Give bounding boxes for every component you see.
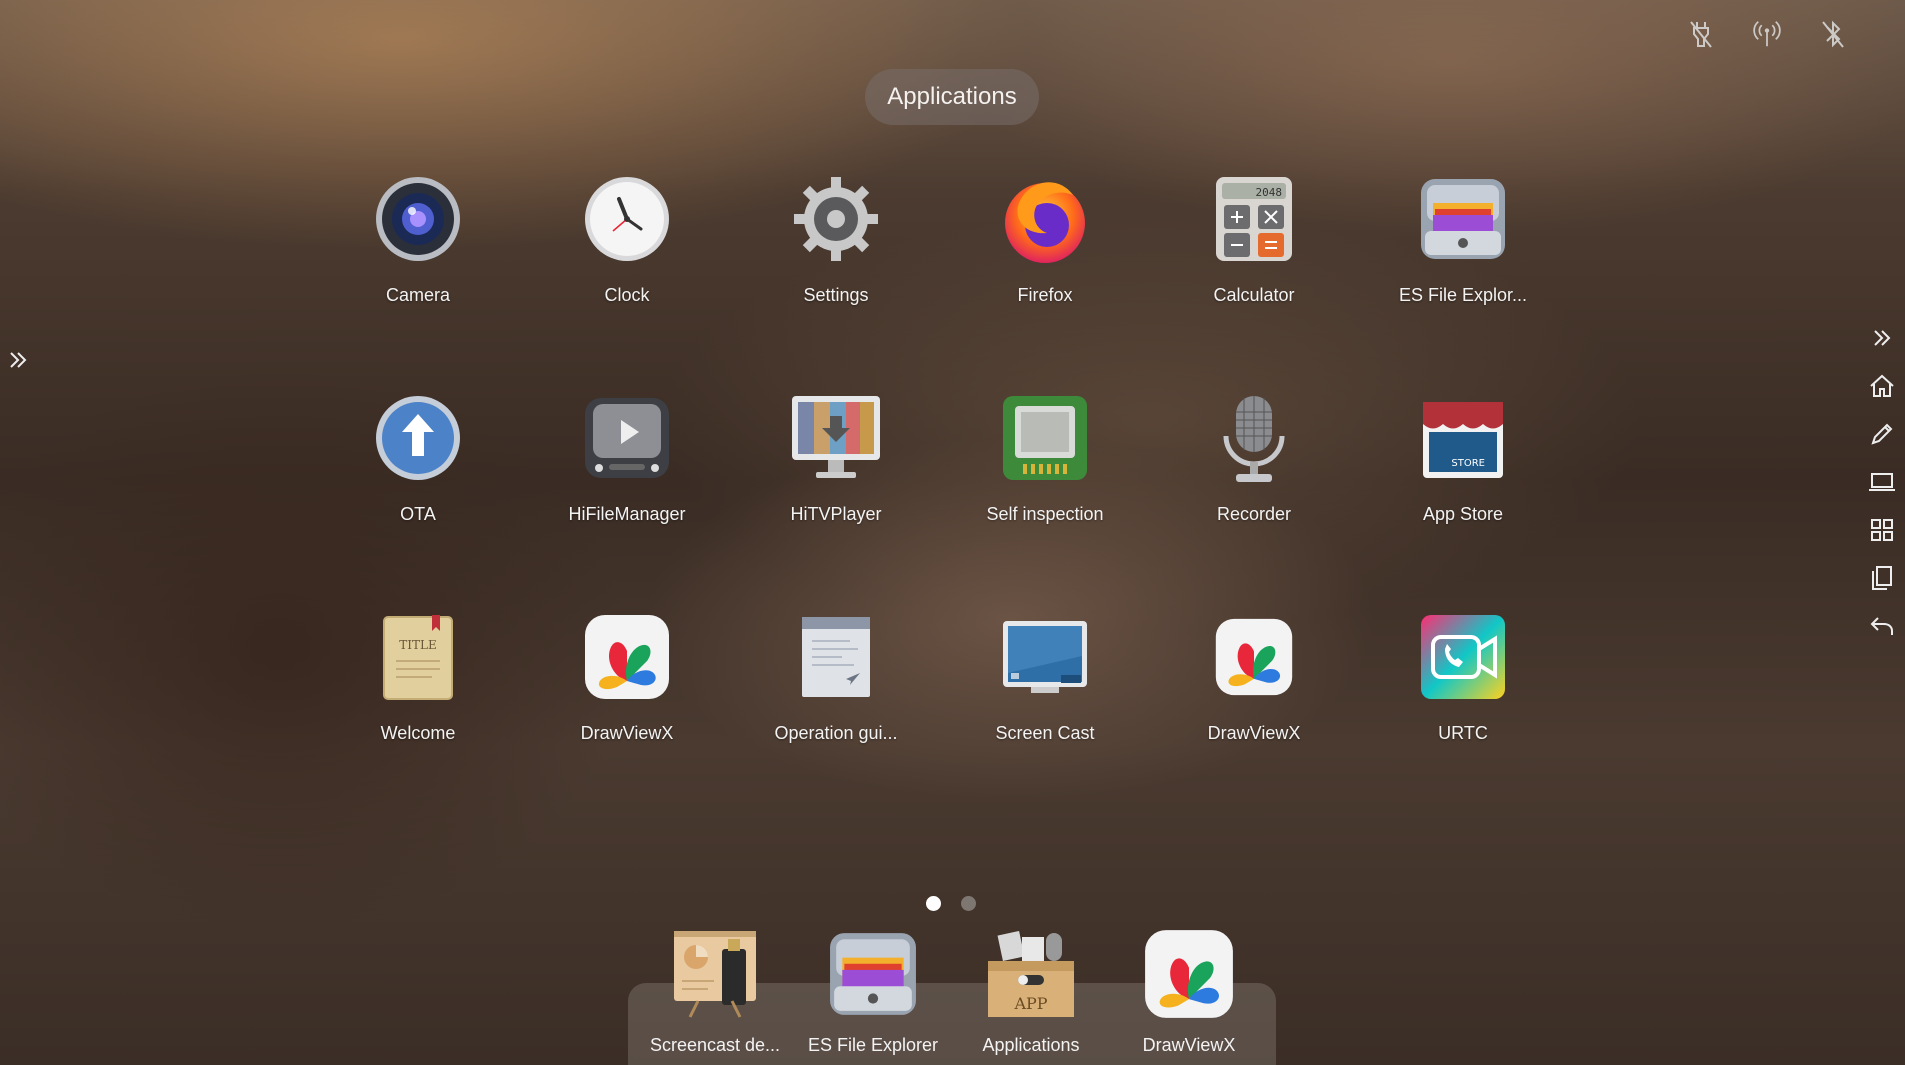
- tv-player-icon: [790, 392, 882, 484]
- app-label: ES File Explor...: [1398, 285, 1528, 305]
- status-bar: [1687, 14, 1847, 54]
- app-label: Recorder: [1216, 504, 1292, 524]
- microphone-icon: [1208, 392, 1300, 484]
- app-clock[interactable]: Clock: [532, 173, 722, 333]
- app-recorder[interactable]: Recorder: [1159, 392, 1349, 552]
- app-screen-cast[interactable]: Screen Cast: [950, 611, 1140, 771]
- app-label: Settings: [803, 285, 869, 305]
- page-dot-1[interactable]: [926, 896, 941, 911]
- file-manager-tv-icon: [581, 392, 673, 484]
- dock-app-label: ES File Explorer: [807, 1035, 939, 1055]
- app-calculator[interactable]: 2048 Calculator: [1159, 173, 1349, 333]
- svg-text:2048: 2048: [1256, 186, 1283, 199]
- screen-cast-icon: [999, 611, 1091, 703]
- page-dot-2[interactable]: [961, 896, 976, 911]
- app-ota[interactable]: OTA: [323, 392, 513, 552]
- calculator-icon: 2048: [1208, 173, 1300, 265]
- page-title: Applications: [865, 69, 1039, 125]
- app-label: Self inspection: [986, 504, 1104, 524]
- urtc-video-call-icon: [1417, 611, 1509, 703]
- dock-app-label: Screencast de...: [649, 1035, 781, 1055]
- app-hifilemanager[interactable]: HiFileManager: [532, 392, 722, 552]
- bluetooth-off-icon[interactable]: [1819, 14, 1847, 54]
- app-welcome[interactable]: TITLE Welcome: [323, 611, 513, 771]
- app-firefox[interactable]: Firefox: [950, 173, 1140, 333]
- self-inspection-chip-icon: [999, 392, 1091, 484]
- app-label: Firefox: [1017, 285, 1073, 305]
- es-file-explorer-icon: [1417, 173, 1509, 265]
- drawviewx-icon: [1208, 611, 1300, 703]
- svg-text:STORE: STORE: [1451, 458, 1485, 469]
- app-hitvplayer[interactable]: HiTVPlayer: [741, 392, 931, 552]
- app-self-inspection[interactable]: Self inspection: [950, 392, 1140, 552]
- ethernet-off-icon[interactable]: [1687, 14, 1715, 54]
- pen-icon[interactable]: [1868, 421, 1896, 447]
- app-app-store[interactable]: STORE App Store: [1368, 392, 1558, 552]
- ota-upload-icon: [372, 392, 464, 484]
- app-drawviewx-2[interactable]: DrawViewX: [1159, 611, 1349, 771]
- clock-icon: [581, 173, 673, 265]
- camera-icon: [372, 173, 464, 265]
- drawviewx-icon: [1142, 927, 1236, 1021]
- right-side-toolbar: [1867, 325, 1897, 639]
- dock-app-label: Applications: [982, 1035, 1080, 1055]
- page-indicator: [926, 896, 976, 911]
- app-urtc[interactable]: URTC: [1368, 611, 1558, 771]
- es-file-explorer-icon: [826, 927, 920, 1021]
- app-label: Screen Cast: [995, 723, 1095, 743]
- back-icon[interactable]: [1868, 613, 1896, 639]
- dock-app-drawviewx[interactable]: DrawViewX: [1114, 927, 1264, 1056]
- app-operation-guide[interactable]: Operation gui...: [741, 611, 931, 771]
- app-settings[interactable]: Settings: [741, 173, 931, 333]
- operation-guide-icon: [790, 611, 882, 703]
- screencast-device-icon: [668, 927, 762, 1021]
- dock-app-label: DrawViewX: [1142, 1035, 1236, 1055]
- app-label: Camera: [385, 285, 451, 305]
- svg-text:TITLE: TITLE: [399, 638, 436, 652]
- app-label: Calculator: [1213, 285, 1295, 305]
- dock-app-es-file-explorer[interactable]: ES File Explorer: [798, 927, 948, 1056]
- app-drawviewx[interactable]: DrawViewX: [532, 611, 722, 771]
- app-label: Operation gui...: [774, 723, 898, 743]
- app-label: URTC: [1438, 723, 1488, 743]
- app-es-file-explorer[interactable]: ES File Explor...: [1368, 173, 1558, 333]
- app-label: DrawViewX: [580, 723, 674, 743]
- applications-box-icon: APP: [984, 927, 1078, 1021]
- svg-text:APP: APP: [1013, 994, 1047, 1013]
- apps-grid-icon[interactable]: [1868, 517, 1896, 543]
- app-label: DrawViewX: [1207, 723, 1301, 743]
- home-icon[interactable]: [1868, 373, 1896, 399]
- app-label: Clock: [604, 285, 650, 305]
- left-expand-icon[interactable]: [8, 348, 28, 372]
- app-camera[interactable]: Camera: [323, 173, 513, 333]
- app-label: App Store: [1422, 504, 1504, 524]
- app-label: HiFileManager: [568, 504, 686, 524]
- drawviewx-icon: [581, 611, 673, 703]
- dock-app-screencast-device[interactable]: Screencast de...: [640, 927, 790, 1056]
- store-icon: STORE: [1417, 392, 1509, 484]
- dock-app-applications[interactable]: APP Applications: [956, 927, 1106, 1056]
- app-label: HiTVPlayer: [790, 504, 882, 524]
- settings-gear-icon: [790, 173, 882, 265]
- hotspot-icon[interactable]: [1753, 14, 1781, 54]
- expand-icon[interactable]: [1868, 325, 1896, 351]
- laptop-icon[interactable]: [1868, 469, 1896, 495]
- app-label: OTA: [400, 504, 436, 524]
- multi-window-icon[interactable]: [1868, 565, 1896, 591]
- welcome-book-icon: TITLE: [372, 611, 464, 703]
- app-label: Welcome: [380, 723, 456, 743]
- firefox-icon: [999, 173, 1091, 265]
